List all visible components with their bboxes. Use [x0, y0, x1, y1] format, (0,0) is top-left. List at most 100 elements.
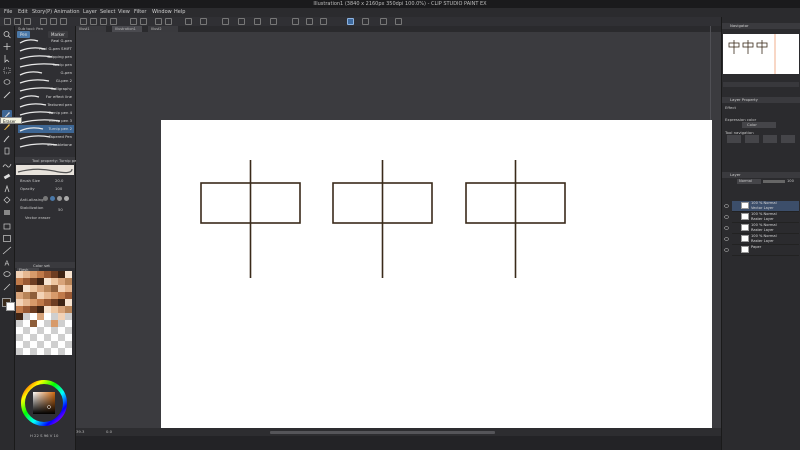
- zoom-value[interactable]: 39.3: [76, 429, 84, 434]
- layer-row[interactable]: 100 % Normal Raster Layer: [732, 212, 799, 223]
- brush-tool-icon[interactable]: [2, 134, 12, 143]
- paste-icon[interactable]: [110, 18, 117, 25]
- color-swatch[interactable]: [37, 341, 44, 348]
- text-tool-icon[interactable]: A: [2, 258, 12, 268]
- color-swatch[interactable]: [44, 327, 51, 334]
- figure-tool-icon[interactable]: [2, 222, 12, 231]
- color-swatch[interactable]: [51, 348, 58, 355]
- color-swatch[interactable]: [37, 271, 44, 278]
- color-swatch[interactable]: [23, 320, 30, 327]
- navigator-zoom-bar[interactable]: [723, 82, 799, 87]
- decoration-tool-icon[interactable]: [2, 160, 12, 169]
- color-swatch[interactable]: [30, 348, 37, 355]
- color-swatch[interactable]: [44, 285, 51, 292]
- invert-selection-icon[interactable]: [165, 18, 172, 25]
- color-swatch[interactable]: [58, 299, 65, 306]
- selection-tool-icon[interactable]: [2, 66, 12, 75]
- blend-mode-select[interactable]: Normal: [737, 179, 761, 184]
- color-swatch[interactable]: [65, 348, 72, 355]
- content-icon[interactable]: [40, 18, 47, 25]
- new-file-icon[interactable]: [4, 18, 11, 25]
- color-swatch[interactable]: [30, 306, 37, 313]
- color-swatch[interactable]: [37, 285, 44, 292]
- brush-item[interactable]: Tapered Pen: [18, 133, 74, 141]
- horizontal-scrollbar[interactable]: [270, 431, 495, 434]
- color-swatch[interactable]: [30, 327, 37, 334]
- sub-color-swatch[interactable]: [6, 302, 15, 311]
- color-swatch[interactable]: [16, 348, 23, 355]
- color-wheel[interactable]: [14, 380, 74, 430]
- frame-border-tool-icon[interactable]: [2, 234, 12, 243]
- color-swatch[interactable]: [23, 306, 30, 313]
- brush-item[interactable]: Turnip pen 2: [18, 125, 74, 133]
- color-swatch[interactable]: [51, 292, 58, 299]
- color-swatch[interactable]: [16, 334, 23, 341]
- brush-item[interactable]: Real G-pen: [18, 37, 74, 45]
- color-swatch[interactable]: [30, 278, 37, 285]
- color-swatch[interactable]: [30, 292, 37, 299]
- rectangle-select-icon[interactable]: [238, 18, 245, 25]
- move-tool-icon[interactable]: [2, 42, 12, 51]
- color-swatch[interactable]: [30, 334, 37, 341]
- eye-icon[interactable]: [724, 237, 729, 241]
- color-swatch[interactable]: [16, 278, 23, 285]
- eye-icon[interactable]: [724, 226, 729, 230]
- color-swatch[interactable]: [65, 334, 72, 341]
- color-swatch[interactable]: [44, 292, 51, 299]
- color-swatch[interactable]: [51, 313, 58, 320]
- color-swatch[interactable]: [23, 271, 30, 278]
- brush-item[interactable]: Gi-pen 2: [18, 77, 74, 85]
- color-swatch[interactable]: [58, 327, 65, 334]
- color-swatch[interactable]: [16, 306, 23, 313]
- brush-item[interactable]: Dripping pen: [18, 53, 74, 61]
- color-palette[interactable]: [16, 271, 72, 363]
- color-swatch[interactable]: [58, 313, 65, 320]
- color-swatch[interactable]: [23, 313, 30, 320]
- nav-button-4[interactable]: [781, 135, 795, 143]
- color-swatch[interactable]: [23, 348, 30, 355]
- color-swatch[interactable]: [65, 299, 72, 306]
- color-swatch[interactable]: [65, 320, 72, 327]
- lasso-tool-icon[interactable]: [2, 78, 12, 87]
- menu-edit[interactable]: Edit: [18, 8, 28, 17]
- color-swatch[interactable]: [30, 271, 37, 278]
- color-swatch[interactable]: [51, 299, 58, 306]
- color-swatch[interactable]: [44, 341, 51, 348]
- color-swatch[interactable]: [16, 320, 23, 327]
- scale-icon[interactable]: [140, 18, 147, 25]
- save-icon[interactable]: [24, 18, 31, 25]
- color-swatch[interactable]: [37, 334, 44, 341]
- color-swatch[interactable]: [23, 334, 30, 341]
- nav-button-2[interactable]: [745, 135, 759, 143]
- open-file-icon[interactable]: [14, 18, 21, 25]
- color-swatch[interactable]: [65, 285, 72, 292]
- paper-canvas[interactable]: [161, 120, 712, 428]
- airbrush-tool-icon[interactable]: [2, 146, 12, 155]
- snap-special-icon[interactable]: [320, 18, 327, 25]
- copy-icon[interactable]: [100, 18, 107, 25]
- eyedropper-tool-icon[interactable]: [2, 90, 12, 99]
- snap-grid-icon[interactable]: [306, 18, 313, 25]
- angle-value[interactable]: 0.0: [106, 429, 112, 434]
- brush-item[interactable]: Turnip pen: [18, 61, 74, 69]
- color-swatch[interactable]: [44, 278, 51, 285]
- gradient-tool-icon[interactable]: [2, 208, 12, 217]
- display-area-icon[interactable]: [254, 18, 261, 25]
- antialias-options[interactable]: [43, 196, 69, 202]
- color-swatch[interactable]: [51, 271, 58, 278]
- stabilization-value[interactable]: 50: [58, 207, 63, 212]
- stabilizer-icon[interactable]: [347, 18, 354, 25]
- color-swatch[interactable]: [58, 341, 65, 348]
- lasso-icon[interactable]: [222, 18, 229, 25]
- pen-pressure-icon[interactable]: [362, 18, 369, 25]
- brush-item[interactable]: Textured pen: [18, 101, 74, 109]
- menu-animation[interactable]: Animation: [54, 8, 80, 17]
- menu-view[interactable]: View: [118, 8, 130, 17]
- settings-icon[interactable]: [60, 18, 67, 25]
- layer-row[interactable]: 100 % Normal Vector Layer: [732, 201, 799, 212]
- undo-icon[interactable]: [185, 18, 192, 25]
- reference-icon[interactable]: [395, 18, 402, 25]
- color-swatch[interactable]: [58, 278, 65, 285]
- snap-ruler-icon[interactable]: [292, 18, 299, 25]
- color-swatch[interactable]: [58, 292, 65, 299]
